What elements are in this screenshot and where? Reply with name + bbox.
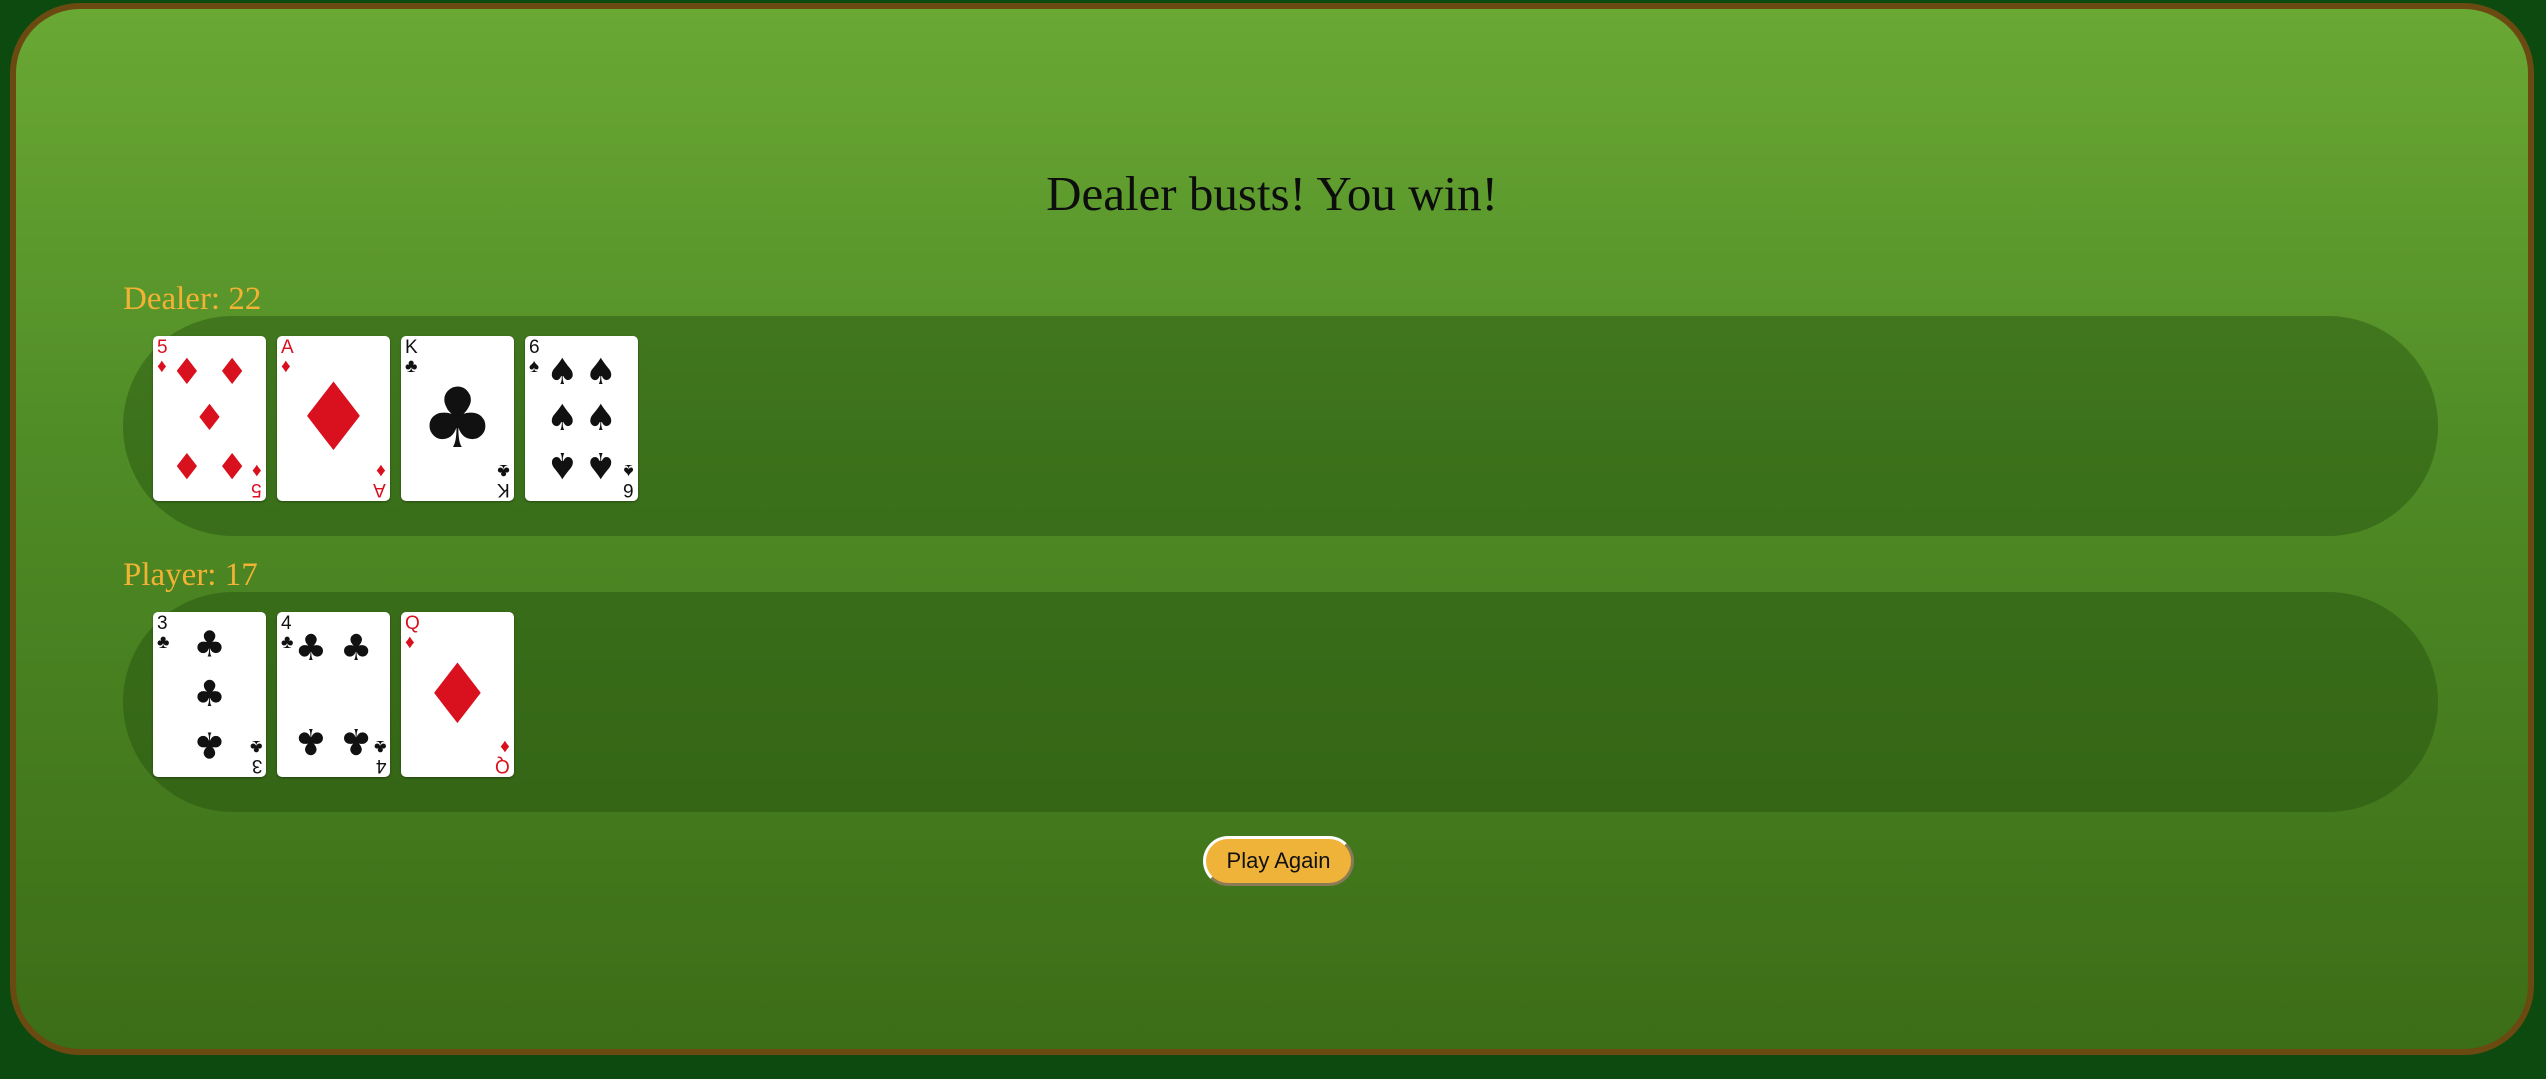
card-rank: 4 [375,755,386,776]
card-index-bot: 6 ♠ [623,460,634,500]
card-index-bot: Q ♦ [495,736,510,776]
card-rank: 5 [251,479,262,500]
spades-icon: ♠ [623,460,634,481]
svg-text:♠: ♠ [585,444,617,485]
dealer-card-4: ♠ ♠ ♠ ♠ ♠ ♠ 6 ♠ 6 ♠ [525,336,638,501]
card-index-bot: 4 ♣ [373,736,386,776]
dealer-score-label: Dealer: 22 [123,281,262,317]
svg-text:♣: ♣ [193,724,225,765]
player-hand: ♣ ♣ ♣ 3 ♣ 3 ♣ ♣ ♣ ♣ ♣ 4 ♣ 4 ♣ ♦ Q ♦ Q ♦ [123,592,2438,812]
svg-text:♣: ♣ [295,720,327,761]
diamonds-icon: ♦ [252,460,262,481]
svg-text:♠: ♠ [585,352,617,393]
card-rank: K [405,337,418,358]
card-rank: 5 [157,337,168,358]
diamonds-icon: ♦ [281,356,291,377]
spades-pips-icon: ♠ ♠♠ ♠♠ ♠ [546,352,617,485]
svg-text:♠: ♠ [585,398,617,439]
card-rank: K [497,479,510,500]
svg-text:♦: ♦ [420,646,494,743]
status-message: Dealer busts! You win! [1046,166,1498,221]
svg-text:♦: ♦ [171,444,203,485]
card-rank: 4 [281,613,292,634]
svg-text:♠: ♠ [546,398,578,439]
card-rank: A [373,479,386,500]
card-rank: 3 [157,613,168,634]
svg-text:♣: ♣ [295,628,327,669]
card-index-bot: A ♦ [373,460,386,500]
player-card-1: ♣ ♣ ♣ 3 ♣ 3 ♣ [153,612,266,777]
card-index-bot: 3 ♣ [249,736,262,776]
card-rank: A [281,337,294,358]
svg-text:♣: ♣ [340,628,372,669]
clubs-icon: ♣ [373,736,386,757]
diamonds-icon: ♦ [376,460,386,481]
diamonds-icon: ♦ [405,632,415,653]
diamonds-icon: ♦ [157,356,167,377]
clubs-icon: ♣ [497,460,510,481]
card-index-top: 3 ♣ [157,614,169,652]
svg-text:♣: ♣ [340,720,372,761]
clubs-icon: ♣ [405,356,418,377]
svg-text:♦: ♦ [216,352,248,393]
svg-text:♠: ♠ [546,444,578,485]
diamonds-pips-icon: ♦ ♦ ♦ ♦ ♦ [171,352,248,485]
svg-text:♦: ♦ [216,444,248,485]
svg-text:♦: ♦ [171,352,203,393]
dealer-hand: ♦ ♦ ♦ ♦ ♦ 5 ♦ 5 ♦ ♦ A ♦ A ♦ ♣ K ♣ K ♣ ♠ ♠ ♠ ♠ ♠ ♠ 6 ♠ 6 ♠ [123,316,2438,536]
card-index-top: 6 ♠ [529,338,540,376]
svg-text:♣: ♣ [420,370,494,467]
card-index-top: 5 ♦ [157,338,168,376]
spades-icon: ♠ [529,356,540,377]
dealer-card-3: ♣ K ♣ K ♣ [401,336,514,501]
card-index-bot: K ♣ [497,460,510,500]
card-rank: 3 [251,755,262,776]
clubs-icon: ♣ [281,632,294,653]
card-index-top: K ♣ [405,338,418,376]
card-index-top: 4 ♣ [281,614,293,652]
card-index-bot: 5 ♦ [251,460,262,500]
play-again-button[interactable]: Play Again [1203,836,1354,886]
svg-text:♣: ♣ [193,625,225,666]
clubs-icon: ♣ [157,632,170,653]
svg-text:♦: ♦ [193,398,225,439]
svg-text:♠: ♠ [546,352,578,393]
player-card-2: ♣ ♣ ♣ ♣ 4 ♣ 4 ♣ [277,612,390,777]
card-index-top: A ♦ [281,338,294,376]
card-rank: Q [495,755,510,776]
player-card-3: ♦ Q ♦ Q ♦ [401,612,514,777]
diamonds-icon: ♦ [500,736,510,757]
dealer-card-1: ♦ ♦ ♦ ♦ ♦ 5 ♦ 5 ♦ [153,336,266,501]
game-table: Dealer busts! You win! Dealer: 22 ♦ ♦ ♦ ♦ ♦ 5… [10,3,2534,1055]
card-index-top: Q ♦ [405,614,420,652]
card-rank: 6 [529,337,540,358]
svg-text:♣: ♣ [193,674,225,715]
clubs-icon: ♣ [249,736,262,757]
card-rank: Q [405,613,420,634]
dealer-card-2: ♦ A ♦ A ♦ [277,336,390,501]
player-cards: ♣ ♣ ♣ 3 ♣ 3 ♣ ♣ ♣ ♣ ♣ 4 ♣ 4 ♣ ♦ Q ♦ Q ♦ [153,612,514,777]
card-rank: 6 [623,479,634,500]
player-score-label: Player: 17 [123,557,258,593]
dealer-cards: ♦ ♦ ♦ ♦ ♦ 5 ♦ 5 ♦ ♦ A ♦ A ♦ ♣ K ♣ K ♣ ♠ ♠ ♠ ♠ ♠ ♠ 6 ♠ 6 ♠ [153,336,638,501]
svg-text:♦: ♦ [291,364,375,473]
